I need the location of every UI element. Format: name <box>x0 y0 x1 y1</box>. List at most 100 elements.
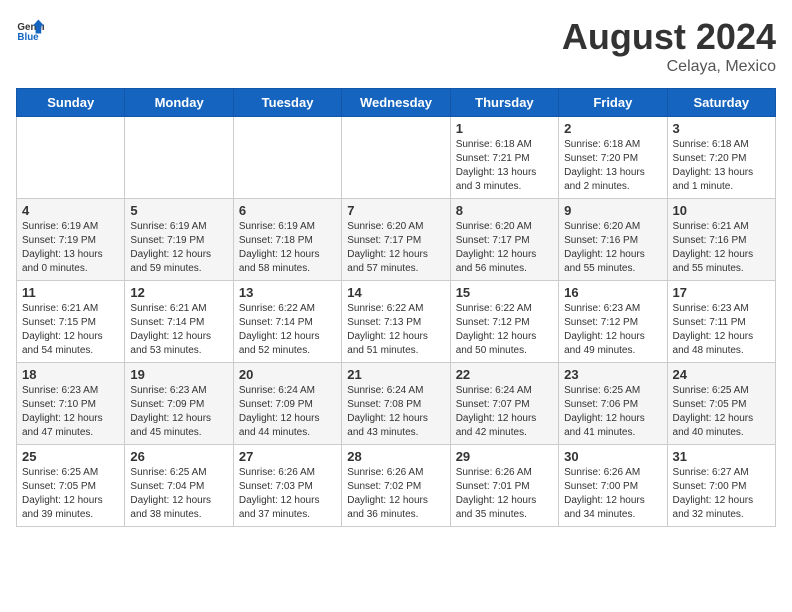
weekday-header-monday: Monday <box>125 89 233 117</box>
day-info: Sunrise: 6:19 AM Sunset: 7:18 PM Dayligh… <box>239 220 336 276</box>
calendar-cell: 24 Sunrise: 6:25 AM Sunset: 7:05 PM Dayli… <box>667 363 775 445</box>
logo: General Blue <box>16 16 44 44</box>
day-number: 8 <box>456 203 553 218</box>
day-number: 18 <box>22 367 119 382</box>
weekday-header-saturday: Saturday <box>667 89 775 117</box>
calendar-cell: 16 Sunrise: 6:23 AM Sunset: 7:12 PM Dayli… <box>559 281 667 363</box>
calendar-cell: 20 Sunrise: 6:24 AM Sunset: 7:09 PM Dayli… <box>233 363 341 445</box>
day-info: Sunrise: 6:24 AM Sunset: 7:07 PM Dayligh… <box>456 384 553 440</box>
weekday-header-friday: Friday <box>559 89 667 117</box>
calendar-cell <box>233 117 341 199</box>
calendar-cell: 8Sunrise: 6:20 AM Sunset: 7:17 PM Daylig… <box>450 199 558 281</box>
day-number: 30 <box>564 449 661 464</box>
calendar-cell: 26 Sunrise: 6:25 AM Sunset: 7:04 PM Dayli… <box>125 445 233 527</box>
page-header: General Blue August 2024 Celaya, Mexico <box>16 16 776 76</box>
calendar-cell <box>125 117 233 199</box>
day-info: Sunrise: 6:19 AM Sunset: 7:19 PM Dayligh… <box>22 220 119 276</box>
day-info: Sunrise: 6:26 AM Sunset: 7:02 PM Dayligh… <box>347 466 444 522</box>
title-area: August 2024 Celaya, Mexico <box>562 16 776 76</box>
day-info: Sunrise: 6:18 AM Sunset: 7:20 PM Dayligh… <box>673 138 770 194</box>
calendar-cell: 13 Sunrise: 6:22 AM Sunset: 7:14 PM Dayli… <box>233 281 341 363</box>
calendar-table: SundayMondayTuesdayWednesdayThursdayFrid… <box>16 88 776 527</box>
day-number: 6 <box>239 203 336 218</box>
day-number: 25 <box>22 449 119 464</box>
day-info: Sunrise: 6:26 AM Sunset: 7:00 PM Dayligh… <box>564 466 661 522</box>
day-info: Sunrise: 6:27 AM Sunset: 7:00 PM Dayligh… <box>673 466 770 522</box>
calendar-cell: 15Sunrise: 6:22 AM Sunset: 7:12 PM Dayli… <box>450 281 558 363</box>
calendar-cell: 10Sunrise: 6:21 AM Sunset: 7:16 PM Dayli… <box>667 199 775 281</box>
calendar-cell <box>17 117 125 199</box>
calendar-cell: 23 Sunrise: 6:25 AM Sunset: 7:06 PM Dayli… <box>559 363 667 445</box>
day-info: Sunrise: 6:26 AM Sunset: 7:01 PM Dayligh… <box>456 466 553 522</box>
calendar-cell: 19 Sunrise: 6:23 AM Sunset: 7:09 PM Dayli… <box>125 363 233 445</box>
day-number: 19 <box>130 367 227 382</box>
day-info: Sunrise: 6:24 AM Sunset: 7:09 PM Dayligh… <box>239 384 336 440</box>
logo-icon: General Blue <box>16 16 44 44</box>
week-row-4: 18 Sunrise: 6:23 AM Sunset: 7:10 PM Dayli… <box>17 363 776 445</box>
calendar-cell: 14 Sunrise: 6:22 AM Sunset: 7:13 PM Dayli… <box>342 281 450 363</box>
weekday-header-row: SundayMondayTuesdayWednesdayThursdayFrid… <box>17 89 776 117</box>
day-info: Sunrise: 6:18 AM Sunset: 7:21 PM Dayligh… <box>456 138 553 194</box>
day-info: Sunrise: 6:23 AM Sunset: 7:11 PM Dayligh… <box>673 302 770 358</box>
calendar-cell: 9 Sunrise: 6:20 AM Sunset: 7:16 PM Daylig… <box>559 199 667 281</box>
day-info: Sunrise: 6:25 AM Sunset: 7:04 PM Dayligh… <box>130 466 227 522</box>
day-info: Sunrise: 6:20 AM Sunset: 7:16 PM Dayligh… <box>564 220 661 276</box>
calendar-cell: 4 Sunrise: 6:19 AM Sunset: 7:19 PM Daylig… <box>17 199 125 281</box>
day-info: Sunrise: 6:25 AM Sunset: 7:05 PM Dayligh… <box>22 466 119 522</box>
calendar-cell <box>342 117 450 199</box>
day-number: 29 <box>456 449 553 464</box>
day-info: Sunrise: 6:23 AM Sunset: 7:12 PM Dayligh… <box>564 302 661 358</box>
day-info: Sunrise: 6:22 AM Sunset: 7:13 PM Dayligh… <box>347 302 444 358</box>
day-number: 22 <box>456 367 553 382</box>
day-number: 13 <box>239 285 336 300</box>
day-info: Sunrise: 6:25 AM Sunset: 7:06 PM Dayligh… <box>564 384 661 440</box>
day-info: Sunrise: 6:23 AM Sunset: 7:10 PM Dayligh… <box>22 384 119 440</box>
day-number: 31 <box>673 449 770 464</box>
location-title: Celaya, Mexico <box>562 58 776 76</box>
day-number: 15 <box>456 285 553 300</box>
day-info: Sunrise: 6:25 AM Sunset: 7:05 PM Dayligh… <box>673 384 770 440</box>
calendar-cell: 1Sunrise: 6:18 AM Sunset: 7:21 PM Daylig… <box>450 117 558 199</box>
day-info: Sunrise: 6:23 AM Sunset: 7:09 PM Dayligh… <box>130 384 227 440</box>
day-info: Sunrise: 6:19 AM Sunset: 7:19 PM Dayligh… <box>130 220 227 276</box>
day-number: 24 <box>673 367 770 382</box>
calendar-body: 1Sunrise: 6:18 AM Sunset: 7:21 PM Daylig… <box>17 117 776 527</box>
day-info: Sunrise: 6:21 AM Sunset: 7:14 PM Dayligh… <box>130 302 227 358</box>
day-number: 23 <box>564 367 661 382</box>
calendar-cell: 17 Sunrise: 6:23 AM Sunset: 7:11 PM Dayli… <box>667 281 775 363</box>
calendar-cell: 27Sunrise: 6:26 AM Sunset: 7:03 PM Dayli… <box>233 445 341 527</box>
day-number: 10 <box>673 203 770 218</box>
day-info: Sunrise: 6:22 AM Sunset: 7:14 PM Dayligh… <box>239 302 336 358</box>
week-row-1: 1Sunrise: 6:18 AM Sunset: 7:21 PM Daylig… <box>17 117 776 199</box>
day-number: 21 <box>347 367 444 382</box>
calendar-cell: 2Sunrise: 6:18 AM Sunset: 7:20 PM Daylig… <box>559 117 667 199</box>
day-number: 5 <box>130 203 227 218</box>
day-number: 26 <box>130 449 227 464</box>
day-info: Sunrise: 6:20 AM Sunset: 7:17 PM Dayligh… <box>347 220 444 276</box>
calendar-cell: 25 Sunrise: 6:25 AM Sunset: 7:05 PM Dayli… <box>17 445 125 527</box>
weekday-header-tuesday: Tuesday <box>233 89 341 117</box>
calendar-cell: 30 Sunrise: 6:26 AM Sunset: 7:00 PM Dayli… <box>559 445 667 527</box>
day-number: 11 <box>22 285 119 300</box>
calendar-cell: 21Sunrise: 6:24 AM Sunset: 7:08 PM Dayli… <box>342 363 450 445</box>
calendar-cell: 7 Sunrise: 6:20 AM Sunset: 7:17 PM Daylig… <box>342 199 450 281</box>
day-number: 16 <box>564 285 661 300</box>
calendar-cell: 12Sunrise: 6:21 AM Sunset: 7:14 PM Dayli… <box>125 281 233 363</box>
week-row-3: 11Sunrise: 6:21 AM Sunset: 7:15 PM Dayli… <box>17 281 776 363</box>
day-number: 17 <box>673 285 770 300</box>
calendar-cell: 28Sunrise: 6:26 AM Sunset: 7:02 PM Dayli… <box>342 445 450 527</box>
week-row-2: 4 Sunrise: 6:19 AM Sunset: 7:19 PM Daylig… <box>17 199 776 281</box>
day-number: 9 <box>564 203 661 218</box>
calendar-cell: 22 Sunrise: 6:24 AM Sunset: 7:07 PM Dayli… <box>450 363 558 445</box>
month-title: August 2024 <box>562 16 776 58</box>
calendar-cell: 5 Sunrise: 6:19 AM Sunset: 7:19 PM Daylig… <box>125 199 233 281</box>
day-number: 4 <box>22 203 119 218</box>
day-number: 7 <box>347 203 444 218</box>
day-number: 20 <box>239 367 336 382</box>
weekday-header-wednesday: Wednesday <box>342 89 450 117</box>
day-number: 14 <box>347 285 444 300</box>
calendar-cell: 6 Sunrise: 6:19 AM Sunset: 7:18 PM Daylig… <box>233 199 341 281</box>
calendar-cell: 3Sunrise: 6:18 AM Sunset: 7:20 PM Daylig… <box>667 117 775 199</box>
day-info: Sunrise: 6:26 AM Sunset: 7:03 PM Dayligh… <box>239 466 336 522</box>
calendar-cell: 31 Sunrise: 6:27 AM Sunset: 7:00 PM Dayli… <box>667 445 775 527</box>
